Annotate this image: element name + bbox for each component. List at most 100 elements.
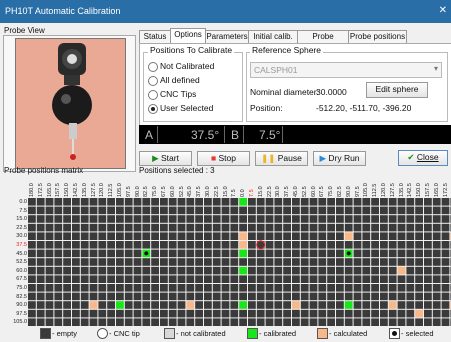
- matrix-cell[interactable]: [221, 318, 230, 326]
- matrix-cell[interactable]: [116, 301, 124, 309]
- matrix-cell[interactable]: [124, 275, 133, 283]
- tab-initial-calib[interactable]: Initial calib.: [248, 30, 298, 44]
- matrix-cell[interactable]: [300, 249, 309, 258]
- matrix-cell[interactable]: [388, 318, 397, 326]
- matrix-cell[interactable]: [274, 198, 283, 206]
- matrix-cell[interactable]: [204, 206, 212, 215]
- matrix-cell[interactable]: [388, 232, 397, 240]
- matrix-cell[interactable]: [212, 266, 221, 275]
- matrix-cell[interactable]: [265, 249, 274, 258]
- matrix-cell[interactable]: [54, 266, 63, 275]
- matrix-cell[interactable]: [256, 318, 265, 326]
- matrix-cell[interactable]: [107, 292, 115, 301]
- matrix-cell[interactable]: [151, 232, 159, 240]
- tab-probe-settings[interactable]: Probe settings: [297, 30, 349, 53]
- matrix-cell[interactable]: [397, 266, 406, 275]
- matrix-cell[interactable]: [292, 258, 300, 266]
- matrix-cell[interactable]: [371, 318, 379, 326]
- matrix-cell[interactable]: [300, 198, 309, 206]
- matrix-cell[interactable]: [45, 266, 54, 275]
- matrix-cell[interactable]: [195, 301, 203, 309]
- matrix-cell[interactable]: [98, 301, 107, 309]
- matrix-cell[interactable]: [248, 249, 256, 258]
- matrix-cell[interactable]: [371, 206, 379, 215]
- matrix-cell[interactable]: [160, 223, 168, 232]
- matrix-cell[interactable]: [72, 284, 80, 292]
- matrix-cell[interactable]: [362, 301, 371, 309]
- matrix-cell[interactable]: [353, 223, 362, 232]
- matrix-cell[interactable]: [406, 206, 415, 215]
- matrix-cell[interactable]: [353, 301, 362, 309]
- matrix-cell[interactable]: [441, 292, 450, 301]
- matrix-cell[interactable]: [36, 241, 45, 249]
- matrix-cell[interactable]: [441, 309, 450, 318]
- matrix-cell[interactable]: [160, 292, 168, 301]
- matrix-cell[interactable]: [362, 241, 371, 249]
- matrix-cell[interactable]: [177, 292, 186, 301]
- matrix-cell[interactable]: [300, 309, 309, 318]
- matrix-cell[interactable]: [212, 232, 221, 240]
- matrix-cell[interactable]: [28, 301, 36, 309]
- matrix-cell[interactable]: [45, 258, 54, 266]
- matrix-cell[interactable]: [274, 206, 283, 215]
- matrix-cell[interactable]: [221, 301, 230, 309]
- matrix-cell[interactable]: [221, 198, 230, 206]
- start-button[interactable]: ▶ Start: [139, 151, 192, 166]
- matrix-cell[interactable]: [283, 258, 291, 266]
- matrix-cell[interactable]: [107, 206, 115, 215]
- matrix-cell[interactable]: [36, 249, 45, 258]
- matrix-cell[interactable]: [63, 275, 71, 283]
- matrix-cell[interactable]: [195, 249, 203, 258]
- matrix-cell[interactable]: [54, 275, 63, 283]
- matrix-cell[interactable]: [36, 284, 45, 292]
- matrix-cell[interactable]: [424, 206, 432, 215]
- matrix-cell[interactable]: [212, 198, 221, 206]
- matrix-cell[interactable]: [160, 215, 168, 223]
- matrix-cell[interactable]: [133, 258, 142, 266]
- matrix-cell[interactable]: [54, 284, 63, 292]
- matrix-cell[interactable]: [177, 284, 186, 292]
- matrix-cell[interactable]: [441, 258, 450, 266]
- matrix-cell[interactable]: [116, 309, 124, 318]
- matrix-cell[interactable]: [142, 258, 151, 266]
- stop-button[interactable]: ■ Stop: [197, 151, 250, 166]
- matrix-cell[interactable]: [362, 223, 371, 232]
- matrix-cell[interactable]: [388, 198, 397, 206]
- matrix-cell[interactable]: [274, 232, 283, 240]
- matrix-cell[interactable]: [28, 266, 36, 275]
- matrix-cell[interactable]: [186, 232, 195, 240]
- matrix-cell[interactable]: [415, 258, 423, 266]
- matrix-cell[interactable]: [441, 318, 450, 326]
- matrix-cell[interactable]: [318, 206, 327, 215]
- matrix-cell[interactable]: [230, 241, 239, 249]
- matrix-cell[interactable]: [300, 301, 309, 309]
- matrix-cell[interactable]: [248, 275, 256, 283]
- matrix-cell[interactable]: [248, 232, 256, 240]
- matrix-cell[interactable]: [239, 301, 247, 309]
- matrix-cell[interactable]: [98, 249, 107, 258]
- matrix-cell[interactable]: [309, 318, 318, 326]
- matrix-cell[interactable]: [336, 309, 344, 318]
- dry-run-button[interactable]: ▶ Dry Run: [313, 151, 366, 166]
- matrix-cell[interactable]: [415, 292, 423, 301]
- matrix-cell[interactable]: [107, 301, 115, 309]
- matrix-cell[interactable]: [195, 318, 203, 326]
- matrix-cell[interactable]: [344, 292, 353, 301]
- matrix-cell[interactable]: [124, 215, 133, 223]
- matrix-cell[interactable]: [432, 292, 441, 301]
- matrix-cell[interactable]: [388, 266, 397, 275]
- matrix-cell[interactable]: [133, 249, 142, 258]
- close-icon[interactable]: ✕: [439, 5, 447, 16]
- matrix-cell[interactable]: [388, 275, 397, 283]
- matrix-cell[interactable]: [424, 258, 432, 266]
- matrix-cell[interactable]: [424, 318, 432, 326]
- matrix-cell[interactable]: [283, 232, 291, 240]
- matrix-cell[interactable]: [168, 275, 177, 283]
- matrix-cell[interactable]: [380, 249, 388, 258]
- matrix-cell[interactable]: [36, 266, 45, 275]
- matrix-cell[interactable]: [388, 223, 397, 232]
- matrix-cell[interactable]: [309, 215, 318, 223]
- matrix-cell[interactable]: [441, 232, 450, 240]
- matrix-cell[interactable]: [45, 232, 54, 240]
- matrix-cell[interactable]: [327, 266, 335, 275]
